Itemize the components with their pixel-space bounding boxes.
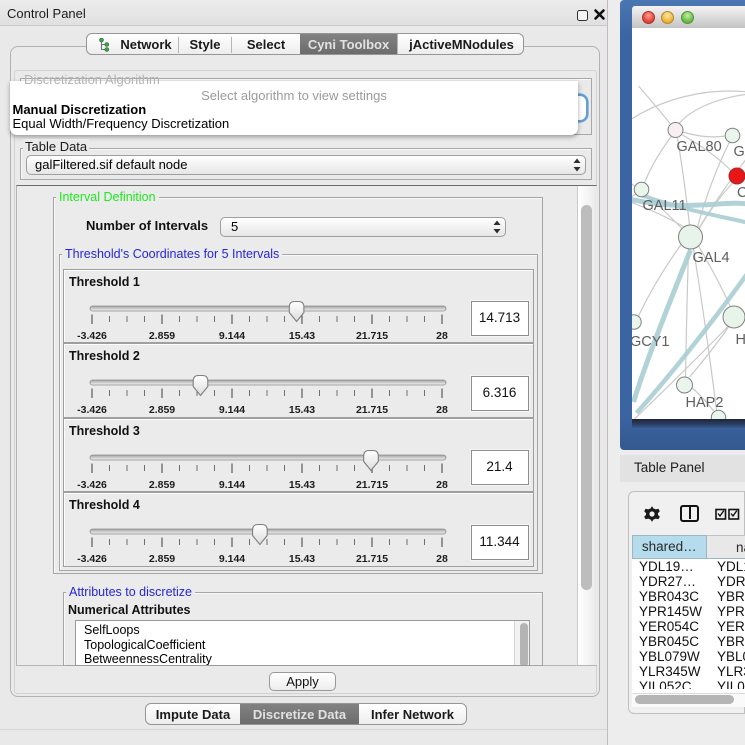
svg-text:H: H bbox=[735, 332, 745, 348]
svg-text:-3.426: -3.426 bbox=[77, 553, 107, 565]
svg-text:GAL11: GAL11 bbox=[642, 198, 686, 214]
svg-text:21.715: 21.715 bbox=[356, 553, 388, 565]
svg-text:15.43: 15.43 bbox=[289, 330, 315, 342]
svg-text:15.43: 15.43 bbox=[289, 404, 315, 416]
svg-text:21.715: 21.715 bbox=[356, 404, 388, 416]
svg-text:15.43: 15.43 bbox=[289, 479, 315, 491]
svg-text:-3.426: -3.426 bbox=[77, 404, 107, 416]
svg-text:9.144: 9.144 bbox=[219, 553, 245, 565]
svg-text:2.859: 2.859 bbox=[149, 479, 175, 491]
svg-text:28: 28 bbox=[436, 553, 448, 565]
svg-text:HAP2: HAP2 bbox=[685, 395, 723, 411]
svg-text:2.859: 2.859 bbox=[149, 404, 175, 416]
svg-text:28: 28 bbox=[436, 479, 448, 491]
svg-text:2.859: 2.859 bbox=[149, 553, 175, 565]
svg-text:GAL80: GAL80 bbox=[676, 139, 721, 155]
svg-text:GA: GA bbox=[733, 144, 745, 160]
svg-text:GAL4: GAL4 bbox=[692, 250, 729, 266]
svg-text:15.43: 15.43 bbox=[289, 553, 315, 565]
svg-text:2.859: 2.859 bbox=[149, 330, 175, 342]
svg-text:C: C bbox=[737, 185, 745, 201]
svg-text:9.144: 9.144 bbox=[219, 330, 245, 342]
svg-text:21.715: 21.715 bbox=[356, 330, 388, 342]
svg-text:-3.426: -3.426 bbox=[77, 330, 107, 342]
svg-text:28: 28 bbox=[436, 404, 448, 416]
svg-text:9.144: 9.144 bbox=[219, 404, 245, 416]
svg-text:28: 28 bbox=[436, 330, 448, 342]
svg-text:-3.426: -3.426 bbox=[77, 479, 107, 491]
svg-text:9.144: 9.144 bbox=[219, 479, 245, 491]
svg-text:21.715: 21.715 bbox=[356, 479, 388, 491]
svg-text:GCY1: GCY1 bbox=[632, 334, 670, 350]
